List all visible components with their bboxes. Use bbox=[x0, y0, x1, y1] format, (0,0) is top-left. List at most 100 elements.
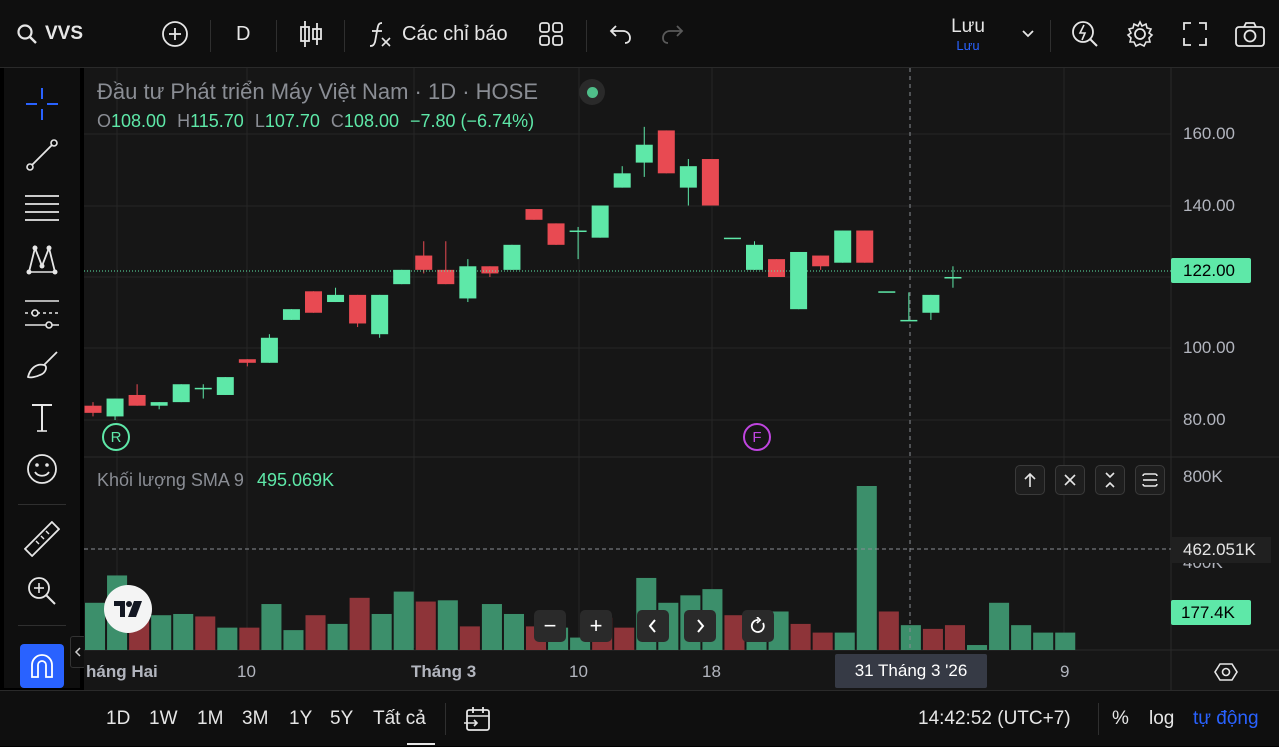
measure-tool[interactable] bbox=[22, 519, 62, 559]
volume-bar bbox=[967, 645, 988, 650]
chart-canvas[interactable] bbox=[84, 68, 1279, 690]
ohlc-h-label: H bbox=[177, 111, 191, 131]
candle-body bbox=[922, 294, 940, 313]
redo-button[interactable] bbox=[660, 0, 686, 68]
candle-body bbox=[525, 209, 543, 220]
interval-label: D bbox=[236, 22, 251, 45]
close-pane-button[interactable] bbox=[1055, 465, 1085, 495]
plus-icon: + bbox=[589, 613, 603, 638]
snapshot-button[interactable] bbox=[1234, 0, 1266, 68]
volume-bar bbox=[217, 627, 238, 650]
brush-icon bbox=[26, 351, 58, 379]
chevron-right-icon bbox=[697, 619, 705, 633]
maximize-pane-button[interactable] bbox=[1135, 465, 1165, 495]
zoom-in-button[interactable]: + bbox=[580, 610, 612, 642]
interval-button[interactable]: D bbox=[236, 0, 250, 68]
fullscreen-icon bbox=[1183, 22, 1207, 46]
volume-bar bbox=[283, 630, 304, 650]
axis-settings-button[interactable] bbox=[1212, 658, 1240, 686]
volume-bar bbox=[85, 602, 106, 650]
candle-body bbox=[150, 402, 168, 406]
indicators-button[interactable]: Các chỉ báo bbox=[368, 0, 508, 68]
save-button[interactable]: Lưu Lưu bbox=[938, 0, 998, 68]
lightning-search-icon bbox=[1072, 21, 1098, 47]
quick-search-button[interactable] bbox=[1070, 0, 1100, 68]
brush-tool[interactable] bbox=[22, 345, 62, 385]
divider bbox=[344, 20, 345, 52]
timeframe-1w[interactable]: 1W bbox=[149, 691, 178, 747]
candle-body bbox=[591, 205, 609, 238]
emoji-tool[interactable] bbox=[22, 449, 62, 489]
timeframe-1y[interactable]: 1Y bbox=[289, 691, 312, 747]
symbol-search[interactable]: VVS bbox=[16, 0, 83, 68]
bottom-toolbar: 1D 1W 1M 3M 1Y 5Y Tất cả 14:42:52 (UTC+7… bbox=[0, 690, 1279, 746]
candle-body bbox=[282, 309, 300, 320]
timezone-clock[interactable]: 14:42:52 (UTC+7) bbox=[918, 691, 1071, 747]
volume-bar bbox=[856, 486, 877, 650]
active-range-indicator bbox=[407, 743, 435, 745]
text-tool[interactable] bbox=[22, 397, 62, 437]
crosshair-tool[interactable] bbox=[22, 84, 62, 124]
fullscreen-button[interactable] bbox=[1181, 0, 1209, 68]
ohlc-o-label: O bbox=[97, 111, 112, 131]
top-toolbar: VVS D Các chỉ báo Lưu Lưu bbox=[0, 0, 1279, 68]
timeframe-3m[interactable]: 3M bbox=[242, 691, 268, 747]
volume-bar bbox=[922, 628, 943, 650]
reset-chart-button[interactable] bbox=[742, 610, 774, 642]
candle-body bbox=[679, 166, 697, 188]
timeframe-1d[interactable]: 1D bbox=[106, 691, 130, 747]
zoom-out-button[interactable]: − bbox=[534, 610, 566, 642]
tradingview-logo[interactable] bbox=[104, 585, 152, 633]
divider bbox=[1098, 703, 1099, 735]
log-scale-toggle[interactable]: log bbox=[1149, 691, 1174, 747]
volume-tick: 800K bbox=[1183, 467, 1223, 486]
pattern-tool[interactable] bbox=[22, 240, 62, 280]
toolbar-divider bbox=[18, 625, 66, 626]
pattern-icon bbox=[26, 245, 58, 275]
compare-add-button[interactable] bbox=[160, 0, 190, 68]
volume-bar bbox=[944, 625, 965, 650]
volume-bar bbox=[371, 613, 392, 650]
market-status-indicator[interactable] bbox=[579, 79, 605, 105]
percent-scale-toggle[interactable]: % bbox=[1112, 691, 1129, 747]
volume-bar bbox=[503, 613, 524, 650]
scroll-right-button[interactable] bbox=[684, 610, 716, 642]
candle-body bbox=[371, 294, 389, 335]
chart-area[interactable] bbox=[84, 68, 1279, 690]
goto-date-button[interactable] bbox=[463, 691, 493, 747]
candle-body bbox=[900, 319, 918, 322]
timeframe-1m[interactable]: 1M bbox=[197, 691, 223, 747]
forecast-icon bbox=[25, 300, 59, 329]
zoom-tool[interactable] bbox=[22, 571, 62, 611]
auto-scale-toggle[interactable]: tự động bbox=[1193, 691, 1259, 747]
scroll-left-button[interactable] bbox=[637, 610, 669, 642]
candle-body bbox=[503, 244, 521, 270]
candle-body bbox=[216, 377, 234, 395]
candle-body bbox=[878, 291, 896, 293]
save-menu-button[interactable] bbox=[1020, 0, 1036, 68]
layout-button[interactable] bbox=[538, 0, 564, 68]
reset-icon bbox=[750, 617, 765, 633]
collapse-pane-button[interactable] bbox=[1095, 465, 1125, 495]
move-pane-up-button[interactable] bbox=[1015, 465, 1045, 495]
settings-button[interactable] bbox=[1125, 0, 1155, 68]
indicators-label: Các chỉ báo bbox=[402, 22, 508, 45]
volume-bar bbox=[878, 611, 899, 650]
event-marker-f[interactable]: F bbox=[743, 423, 771, 451]
trendline-tool[interactable] bbox=[22, 135, 62, 175]
candle-body bbox=[790, 251, 808, 310]
fib-tool[interactable] bbox=[22, 188, 62, 228]
volume-bar bbox=[305, 615, 326, 650]
event-marker-r[interactable]: R bbox=[102, 423, 130, 451]
symbol-title: Đầu tư Phát triển Máy Việt Nam · 1D · HO… bbox=[97, 79, 539, 104]
candle-body bbox=[856, 230, 874, 263]
timeframe-all[interactable]: Tất cả bbox=[373, 691, 426, 747]
undo-button[interactable] bbox=[607, 0, 633, 68]
candle-body bbox=[106, 398, 124, 417]
magnet-tool[interactable] bbox=[20, 644, 64, 688]
chart-type-button[interactable] bbox=[298, 0, 324, 68]
timeframe-5y[interactable]: 5Y bbox=[330, 691, 353, 747]
collapse-icon bbox=[1105, 472, 1115, 488]
prediction-tool[interactable] bbox=[22, 293, 62, 333]
candle-body bbox=[172, 384, 190, 403]
